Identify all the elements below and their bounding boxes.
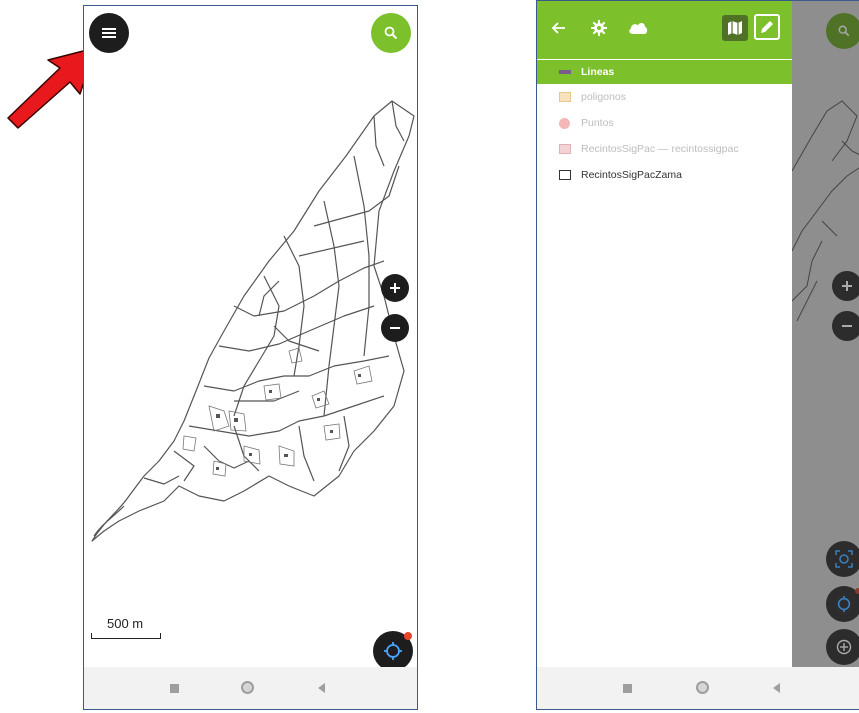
cloud-button[interactable] — [625, 16, 651, 40]
search-icon — [838, 25, 850, 37]
map-toggle-button[interactable] — [722, 15, 748, 41]
pencil-icon — [761, 21, 773, 33]
line-symbol-icon — [559, 70, 571, 74]
map-icon — [728, 21, 742, 35]
search-icon — [384, 26, 398, 40]
zoom-out-button-dimmed — [832, 311, 859, 341]
plus-icon — [390, 283, 400, 293]
parcel-map[interactable] — [84, 6, 418, 646]
android-nav-bar — [537, 667, 859, 709]
zoom-extent-button-dimmed — [826, 541, 859, 577]
layers-drawer: Lineas poligonos Puntos RecintosSigPac —… — [537, 1, 792, 667]
layer-list: Lineas poligonos Puntos RecintosSigPac —… — [537, 60, 792, 188]
layer-item-recintossigpaczama[interactable]: RecintosSigPacZama — [537, 162, 792, 188]
recent-apps-icon[interactable] — [623, 684, 632, 693]
search-button-dimmed — [826, 13, 859, 49]
gps-status-badge — [855, 588, 859, 594]
gear-icon — [591, 20, 607, 36]
android-nav-bar — [84, 667, 417, 709]
polygon-symbol-icon — [559, 92, 571, 102]
minus-icon — [842, 325, 852, 327]
layer-label: RecintosSigPac — recintossigpac — [581, 143, 739, 155]
layer-label: poligonos — [581, 91, 626, 103]
layer-item-puntos[interactable]: Puntos — [537, 110, 792, 136]
dimmed-map[interactable] — [792, 1, 859, 667]
scale-bar-line — [91, 633, 161, 639]
locate-button[interactable] — [373, 631, 413, 671]
layer-label: Lineas — [581, 66, 615, 78]
add-feature-button-dimmed — [826, 629, 859, 665]
crosshair-icon — [837, 595, 851, 613]
home-icon[interactable] — [241, 681, 254, 694]
layer-item-lineas[interactable]: Lineas — [537, 60, 792, 84]
edit-toggle-button[interactable] — [754, 14, 780, 40]
search-button[interactable] — [371, 13, 411, 53]
back-arrow-button[interactable] — [547, 16, 571, 40]
add-circle-icon — [836, 639, 852, 655]
settings-button[interactable] — [587, 16, 611, 40]
back-arrow-icon — [552, 22, 565, 34]
home-icon[interactable] — [696, 681, 709, 694]
layer-label: Puntos — [581, 117, 614, 129]
scale-label: 500 m — [107, 616, 144, 631]
point-symbol-icon — [559, 117, 570, 129]
layer-label: RecintosSigPacZama — [581, 169, 682, 181]
zoom-extent-icon — [835, 550, 853, 568]
layers-screen: Lineas poligonos Puntos RecintosSigPac —… — [536, 0, 859, 710]
layer-item-recintossigpac[interactable]: RecintosSigPac — recintossigpac — [537, 136, 792, 162]
layer-item-poligonos[interactable]: poligonos — [537, 84, 792, 110]
parcel-map-dimmed — [792, 100, 859, 322]
menu-icon — [102, 28, 116, 38]
back-icon[interactable] — [318, 683, 325, 693]
polygon-symbol-icon — [559, 170, 571, 180]
minus-icon — [390, 327, 400, 329]
zoom-in-button-dimmed — [832, 271, 859, 301]
zoom-out-button[interactable] — [381, 314, 409, 342]
cloud-icon — [629, 23, 648, 34]
recent-apps-icon[interactable] — [170, 684, 179, 693]
plus-icon — [842, 281, 852, 291]
gps-status-badge — [404, 632, 412, 640]
crosshair-icon — [384, 642, 402, 660]
locate-button-dimmed — [826, 586, 859, 622]
menu-button[interactable] — [89, 13, 129, 53]
map-screen: 500 m — [83, 5, 418, 710]
back-icon[interactable] — [773, 683, 780, 693]
drawer-toolbar — [537, 1, 792, 59]
polygon-symbol-icon — [559, 144, 571, 154]
zoom-in-button[interactable] — [381, 274, 409, 302]
